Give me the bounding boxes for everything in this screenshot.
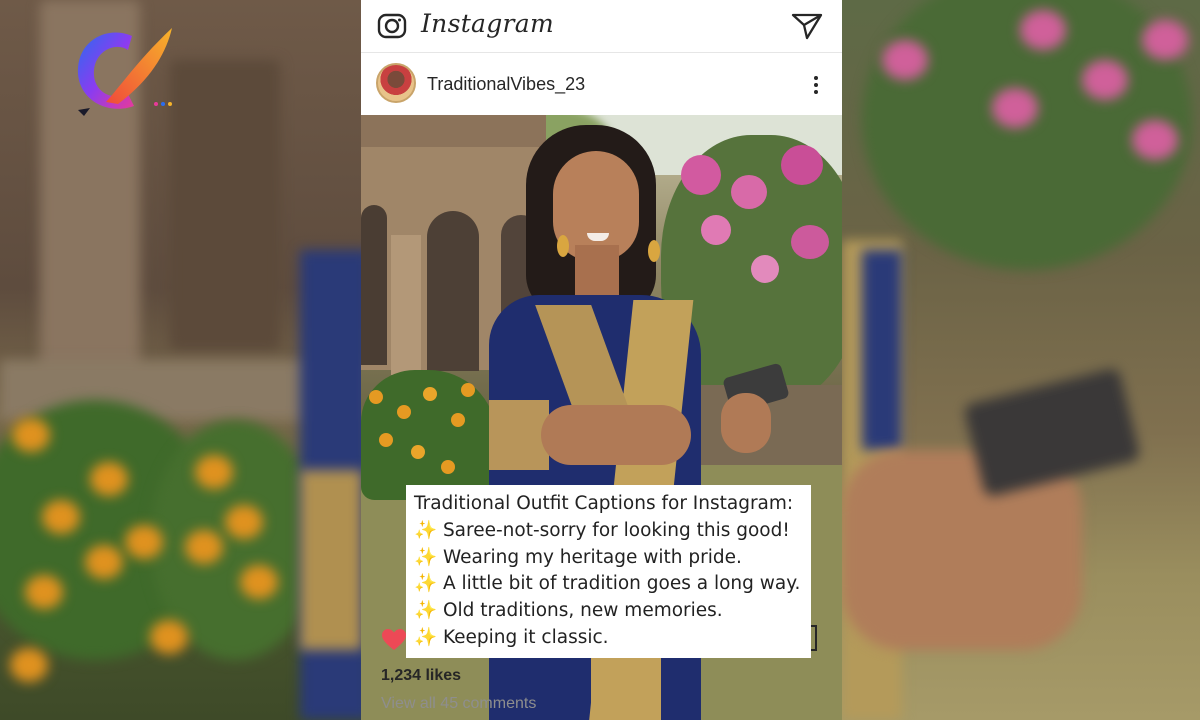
caption-line: ✨ Keeping it classic. bbox=[414, 626, 609, 648]
username-link[interactable]: TraditionalVibes_23 bbox=[427, 74, 585, 95]
instagram-wordmark: Instagram bbox=[421, 9, 555, 38]
more-vertical-icon[interactable] bbox=[806, 74, 826, 98]
caption-line: ✨ Wearing my heritage with pride. bbox=[414, 546, 742, 568]
sparkles-icon: ✨ bbox=[414, 519, 438, 541]
bookmark-icon[interactable] bbox=[811, 625, 817, 651]
caption-overlay: Traditional Outfit Captions for Instagra… bbox=[406, 485, 811, 658]
sparkles-icon: ✨ bbox=[414, 600, 438, 622]
send-icon[interactable] bbox=[791, 12, 823, 40]
caption-line: ✨ Saree-not-sorry for looking this good! bbox=[414, 519, 790, 541]
avatar[interactable] bbox=[376, 63, 416, 103]
sparkles-icon: ✨ bbox=[414, 626, 438, 648]
background-right-blurred bbox=[842, 0, 1200, 720]
sparkles-icon: ✨ bbox=[414, 546, 438, 568]
heart-icon[interactable] bbox=[381, 628, 407, 652]
sparkles-icon: ✨ bbox=[414, 573, 438, 595]
caption-line: ✨ A little bit of tradition goes a long … bbox=[414, 573, 801, 595]
likes-count[interactable]: 1,234 likes bbox=[381, 667, 461, 685]
camera-icon[interactable] bbox=[377, 11, 407, 41]
instagram-top-bar: Instagram bbox=[361, 0, 842, 53]
view-comments-link[interactable]: View all 45 comments bbox=[381, 695, 536, 713]
caption-title: Traditional Outfit Captions for Instagra… bbox=[414, 493, 794, 514]
post-header: TraditionalVibes_23 bbox=[361, 53, 842, 115]
caption-line: ✨ Old traditions, new memories. bbox=[414, 600, 723, 622]
brand-logo-icon bbox=[77, 28, 172, 116]
background-left-blurred bbox=[0, 0, 361, 720]
